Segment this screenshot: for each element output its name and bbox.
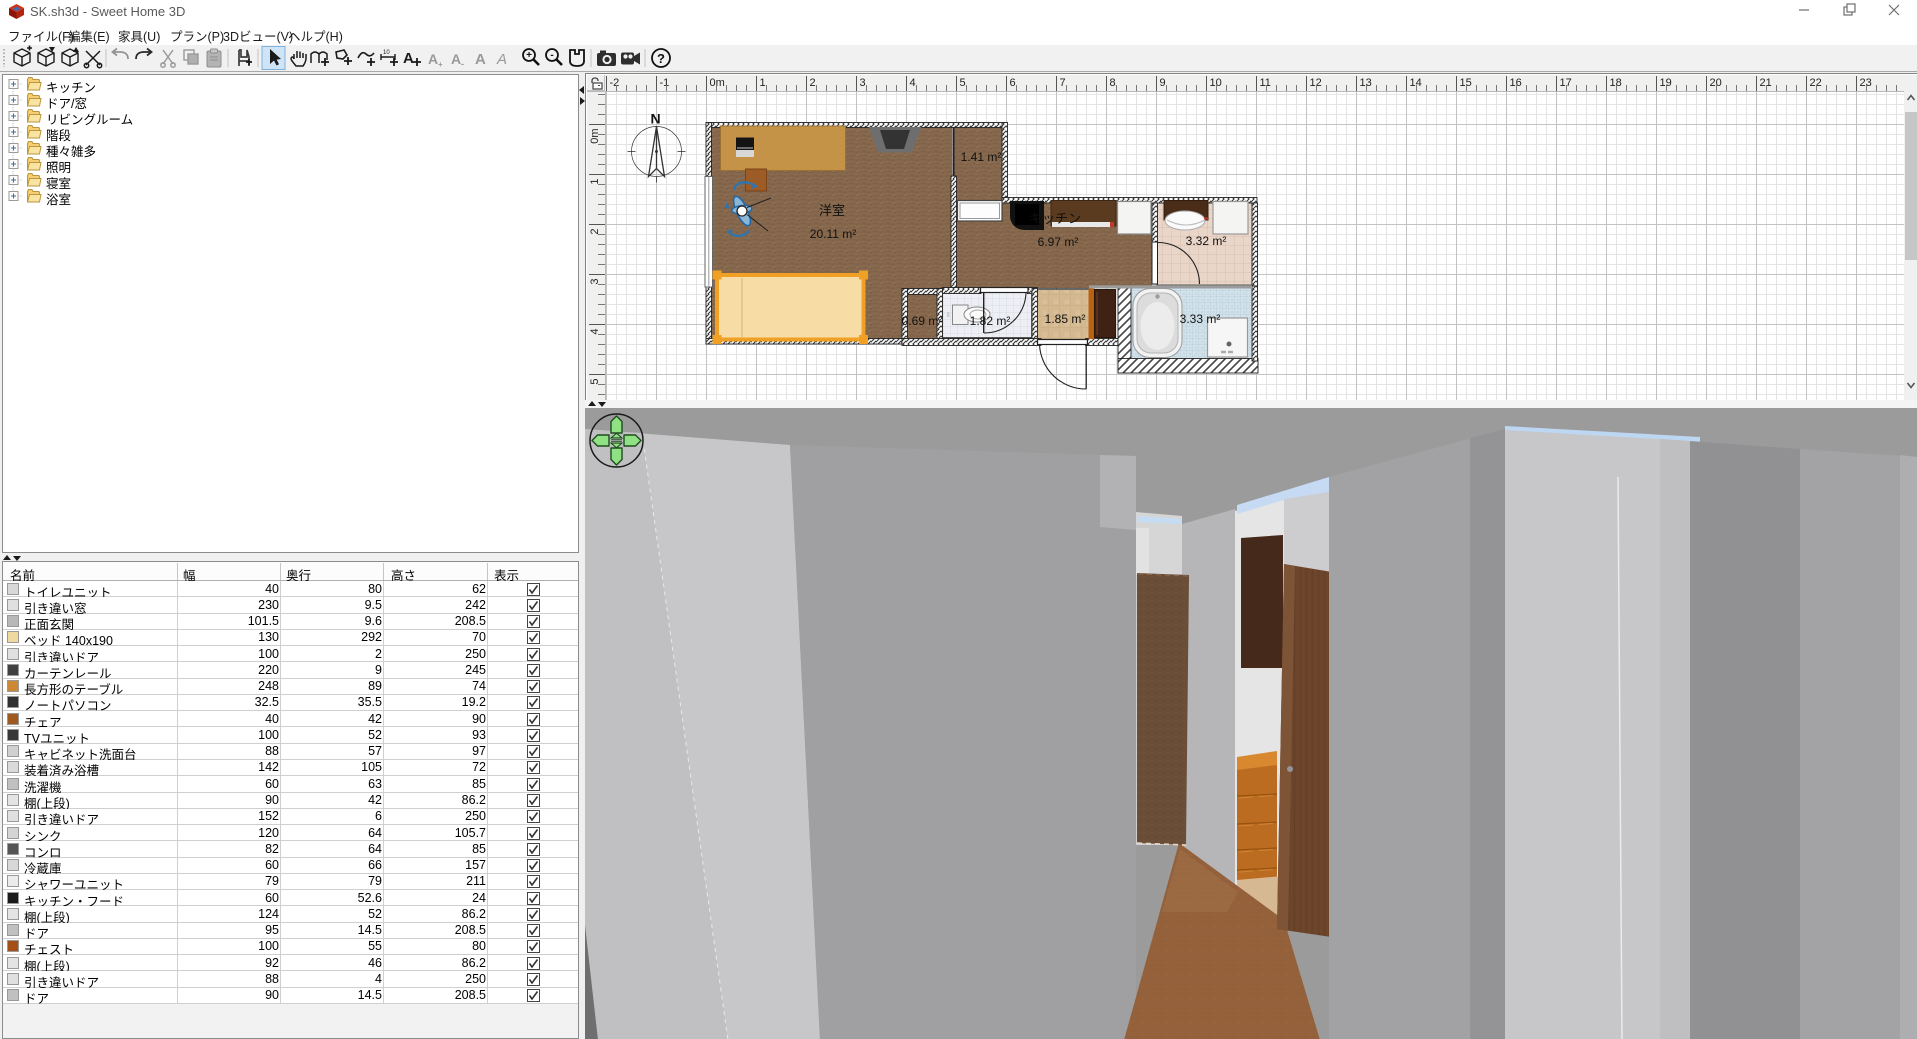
svg-text:?: ?: [657, 51, 665, 66]
svg-text:6.97 m²: 6.97 m²: [1038, 235, 1079, 249]
svg-text:7: 7: [1060, 77, 1066, 89]
svg-text:1.82 m²: 1.82 m²: [970, 314, 1011, 328]
svg-text:20.11 m²: 20.11 m²: [810, 227, 856, 241]
svg-text:2: 2: [589, 229, 601, 235]
svg-text:10: 10: [1210, 77, 1222, 89]
svg-text:0.69 m²: 0.69 m²: [902, 314, 943, 328]
svg-text:19: 19: [1660, 77, 1672, 89]
svg-text:21: 21: [1760, 77, 1772, 89]
svg-text:23: 23: [1860, 77, 1872, 89]
svg-text:N: N: [651, 111, 661, 127]
svg-text:0m: 0m: [589, 129, 601, 144]
svg-text:A: A: [403, 50, 414, 67]
svg-text:4: 4: [589, 329, 601, 335]
svg-text:3.32 m²: 3.32 m²: [1186, 234, 1227, 248]
svg-text:8: 8: [1110, 77, 1116, 89]
svg-text:17: 17: [1560, 77, 1572, 89]
svg-text:12: 12: [1310, 77, 1322, 89]
svg-text:11: 11: [1260, 77, 1271, 89]
svg-text:3.33 m²: 3.33 m²: [1180, 312, 1221, 326]
svg-text:洋室: 洋室: [819, 203, 845, 218]
svg-text:15: 15: [1460, 77, 1472, 89]
svg-text:5: 5: [589, 379, 601, 385]
svg-text:1: 1: [760, 77, 766, 89]
svg-text:9: 9: [1160, 77, 1166, 89]
svg-text:22: 22: [1810, 77, 1822, 89]
svg-text:16: 16: [1510, 77, 1522, 89]
svg-text:+: +: [526, 50, 532, 61]
svg-text:1.85 m²: 1.85 m²: [1045, 312, 1086, 326]
svg-text:-: -: [550, 50, 553, 61]
svg-text:1: 1: [589, 179, 601, 185]
svg-text:18: 18: [1610, 77, 1622, 89]
svg-text:3: 3: [589, 279, 601, 285]
svg-text:3: 3: [860, 77, 866, 89]
svg-text:10: 10: [383, 50, 390, 56]
svg-text:-2: -2: [610, 77, 620, 89]
svg-text:6: 6: [1010, 77, 1016, 89]
svg-text:14: 14: [1410, 77, 1422, 89]
svg-text:+: +: [438, 60, 443, 69]
svg-text:1.41 m²: 1.41 m²: [961, 150, 1002, 164]
svg-text:キッチン: キッチン: [1029, 211, 1081, 226]
svg-text:A: A: [451, 51, 461, 67]
svg-text:-1: -1: [660, 77, 670, 89]
svg-text:A: A: [428, 51, 438, 67]
svg-text:13: 13: [1360, 77, 1372, 89]
svg-text:20: 20: [1710, 77, 1722, 89]
svg-text:A: A: [496, 51, 507, 68]
svg-text:A: A: [475, 51, 486, 68]
svg-text:-: -: [461, 59, 464, 69]
svg-text:2: 2: [810, 77, 816, 89]
svg-text:4: 4: [910, 77, 916, 89]
svg-text:0m: 0m: [710, 77, 725, 89]
svg-text:5: 5: [960, 77, 966, 89]
